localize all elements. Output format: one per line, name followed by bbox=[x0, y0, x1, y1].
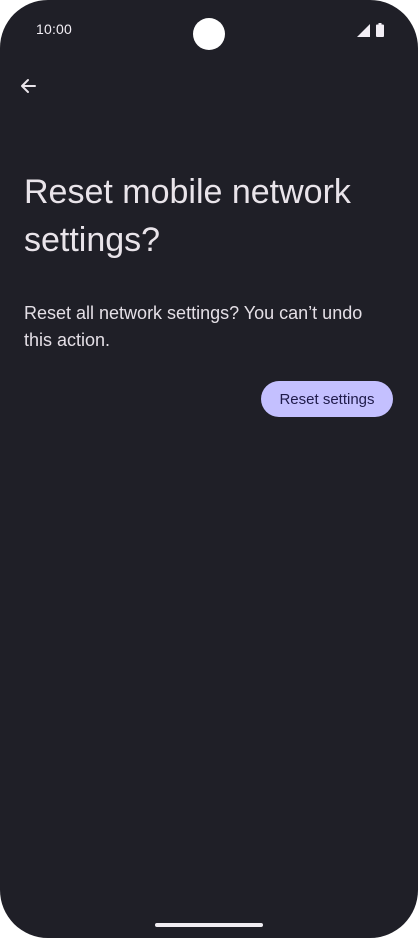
page-title: Reset mobile network settings? bbox=[24, 173, 351, 259]
arrow-back-icon bbox=[19, 77, 37, 100]
camera-cutout bbox=[193, 18, 225, 50]
status-bar: 10:00 bbox=[0, 0, 418, 60]
status-icons bbox=[357, 23, 384, 37]
cellular-signal-icon bbox=[357, 24, 370, 37]
phone-screen: 10:00 Reset mobile network settings? Res… bbox=[0, 0, 418, 938]
status-time: 10:00 bbox=[36, 21, 73, 37]
description-text: Reset all network settings? You can’t un… bbox=[24, 303, 363, 350]
home-indicator[interactable] bbox=[155, 923, 263, 927]
reset-settings-button[interactable]: Reset settings bbox=[261, 381, 393, 417]
back-button[interactable] bbox=[12, 72, 44, 104]
battery-icon bbox=[376, 23, 384, 37]
